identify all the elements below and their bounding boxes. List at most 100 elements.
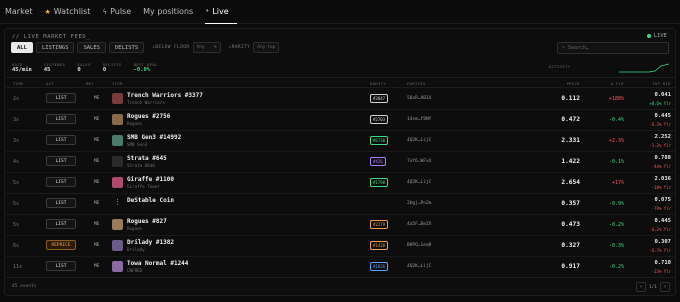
item-name[interactable]: DeStable Coin [127, 197, 174, 204]
row-delta-floor: +188% [608, 96, 624, 102]
row-parties[interactable]: 4Q2K…LijC [407, 138, 431, 143]
tab-pulse[interactable]: ϟ Pulse [102, 0, 139, 24]
row-price: 0.472 [561, 116, 580, 123]
table-row[interactable]: 5s LIST ME Rogues #827 Rogues #2279 4a5F…BeZX 0… [6, 215, 676, 236]
prev-page-button[interactable]: ‹ [635, 282, 646, 292]
stat-listings: LISTINGS 45 [43, 62, 66, 73]
tab-market[interactable]: Market [5, 0, 41, 24]
filter-bar: ALL LISTINGS SALES DELISTS ↓BELOW FLOOR … [11, 42, 280, 53]
row-parties[interactable]: 7xY6…WFxX [407, 159, 431, 164]
item-collection: CNFRED [127, 268, 143, 273]
row-top-bid-floor: -10% flr [651, 185, 671, 190]
pagination: ‹ 1/1 › [635, 282, 670, 292]
row-price: 1.422 [561, 158, 580, 165]
row-top-bid-floor: -6.2% flr [649, 122, 671, 127]
action-badge[interactable]: LIST [46, 177, 76, 187]
item-thumbnail [112, 177, 123, 188]
row-parties[interactable]: 2bgj…Pn2m [407, 201, 431, 206]
activity-chart [619, 63, 669, 73]
row-delta-floor: -0.1% [608, 159, 624, 165]
item-thumbnail [112, 219, 123, 230]
row-parties[interactable]: 58xR…AB1X [407, 96, 431, 101]
row-top-bid: 0.445 [654, 218, 671, 224]
tab-watchlist[interactable]: ★ Watchlist [45, 0, 99, 24]
row-parties[interactable]: 14sm…f8NY [407, 117, 431, 122]
item-name[interactable]: Rogues #2756 [127, 113, 170, 120]
filter-delists[interactable]: DELISTS [109, 42, 145, 53]
tab-live[interactable]: • Live [205, 0, 237, 24]
stat-sales: SALES 0 [77, 62, 91, 73]
filter-sales[interactable]: SALES [77, 42, 106, 53]
row-time: 5s [13, 222, 20, 228]
action-badge[interactable]: LIST [46, 219, 76, 229]
table-row[interactable]: 6s REPRICE ME Drilady #1382 Drilady #1428 BKPQ… [6, 236, 676, 257]
page-indicator: 1/1 [648, 284, 657, 290]
table-row[interactable]: 5s LIST ME ⋮ DeStable Coin 2bgj…Pn2m 0.357 -0.9… [6, 194, 676, 215]
row-price: 2.654 [561, 179, 580, 186]
item-thumbnail [112, 114, 123, 125]
item-name[interactable]: Giraffe #1100 [127, 176, 174, 183]
item-name[interactable]: Towa Normal #1244 [127, 260, 188, 267]
action-badge[interactable]: LIST [46, 135, 76, 145]
table-row[interactable]: 3s LIST ME SMB Gen3 #14992 SMB Gen3 #6730 4Q2K… [6, 131, 676, 152]
rarity-input[interactable]: Any top [253, 42, 280, 53]
next-page-button[interactable]: › [660, 282, 670, 292]
item-collection: Drilady [127, 247, 145, 252]
market-icon: ME [94, 264, 100, 269]
row-top-bid-floor: -6.2% flr [649, 227, 671, 232]
market-icon: ME [94, 159, 100, 164]
item-name[interactable]: SMB Gen3 #14992 [127, 134, 181, 141]
table-row[interactable]: 2s LIST ME Trench Warriors #3377 Trench Warr… [6, 89, 676, 110]
stat-rate: RATE 45/min [12, 62, 32, 73]
item-thumbnail [112, 261, 123, 272]
tab-my-positions[interactable]: My positions [143, 0, 201, 24]
table-row[interactable]: 5s LIST ME Giraffe #1100 Giraffe Tower #1790 4… [6, 173, 676, 194]
market-icon: ME [94, 201, 100, 206]
table-row[interactable]: 4s LIST ME Strata #645 Strata 8848 #426 7xY6…W… [6, 152, 676, 173]
row-price: 0.917 [561, 263, 580, 270]
below-floor-input[interactable]: Any % [192, 42, 221, 53]
market-icon: ME [94, 117, 100, 122]
row-time: 3s [13, 138, 20, 144]
row-parties[interactable]: BKPQ…1eq9 [407, 243, 431, 248]
row-parties[interactable]: 4Q2K…LijC [407, 264, 431, 269]
item-name[interactable]: Trench Warriors #3377 [127, 92, 203, 99]
row-parties[interactable]: 4Q2K…LijC [407, 180, 431, 185]
action-badge[interactable]: LIST [46, 261, 76, 271]
action-badge[interactable]: LIST [46, 156, 76, 166]
action-badge[interactable]: LIST [46, 114, 76, 124]
item-name[interactable]: Strata #645 [127, 155, 167, 162]
filter-all[interactable]: ALL [11, 42, 33, 53]
action-badge[interactable]: REPRICE [46, 240, 76, 250]
table-row[interactable]: 11s LIST ME Towa Normal #1244 CNFRED #1826 4Q2… [6, 257, 676, 278]
market-icon: ME [94, 138, 100, 143]
item-collection: Strata 8848 [127, 163, 155, 168]
item-name[interactable]: Rogues #827 [127, 218, 167, 225]
item-thumbnail: ⋮ [112, 198, 123, 209]
row-top-bid: 0.445 [654, 113, 671, 119]
row-delta-floor: +17% [611, 180, 624, 186]
row-time: 5s [13, 201, 20, 207]
action-badge[interactable]: LIST [46, 93, 76, 103]
dot-icon: • [205, 7, 210, 15]
item-collection: Rogues [127, 121, 143, 126]
row-time: 5s [13, 180, 20, 186]
row-top-bid: 2.036 [654, 176, 671, 182]
rarity-badge: #1826 [370, 262, 389, 271]
search-icon: ⌕ [562, 45, 566, 51]
row-time: 4s [13, 159, 20, 165]
row-time: 6s [13, 243, 20, 249]
market-icon: ME [94, 96, 100, 101]
top-nav: Market ★ Watchlist ϟ Pulse My positions • L… [0, 0, 680, 24]
row-top-bid: 2.252 [654, 134, 671, 140]
item-name[interactable]: Drilady #1382 [127, 239, 174, 246]
filter-listings[interactable]: LISTINGS [35, 42, 75, 53]
search-input[interactable]: ⌕ Search… [557, 42, 669, 54]
row-parties[interactable]: 4a5F…BeZX [407, 222, 431, 227]
action-badge[interactable]: LIST [46, 198, 76, 208]
stats-bar: RATE 45/min LISTINGS 45 SALES 0 DELISTS 0 BE… [12, 62, 158, 73]
row-top-bid: 0.307 [654, 239, 671, 245]
row-price: 0.473 [561, 221, 580, 228]
table-row[interactable]: 3s LIST ME Rogues #2756 Rogues #2703 14sm…f8NY… [6, 110, 676, 131]
row-top-bid: 0.788 [654, 155, 671, 161]
